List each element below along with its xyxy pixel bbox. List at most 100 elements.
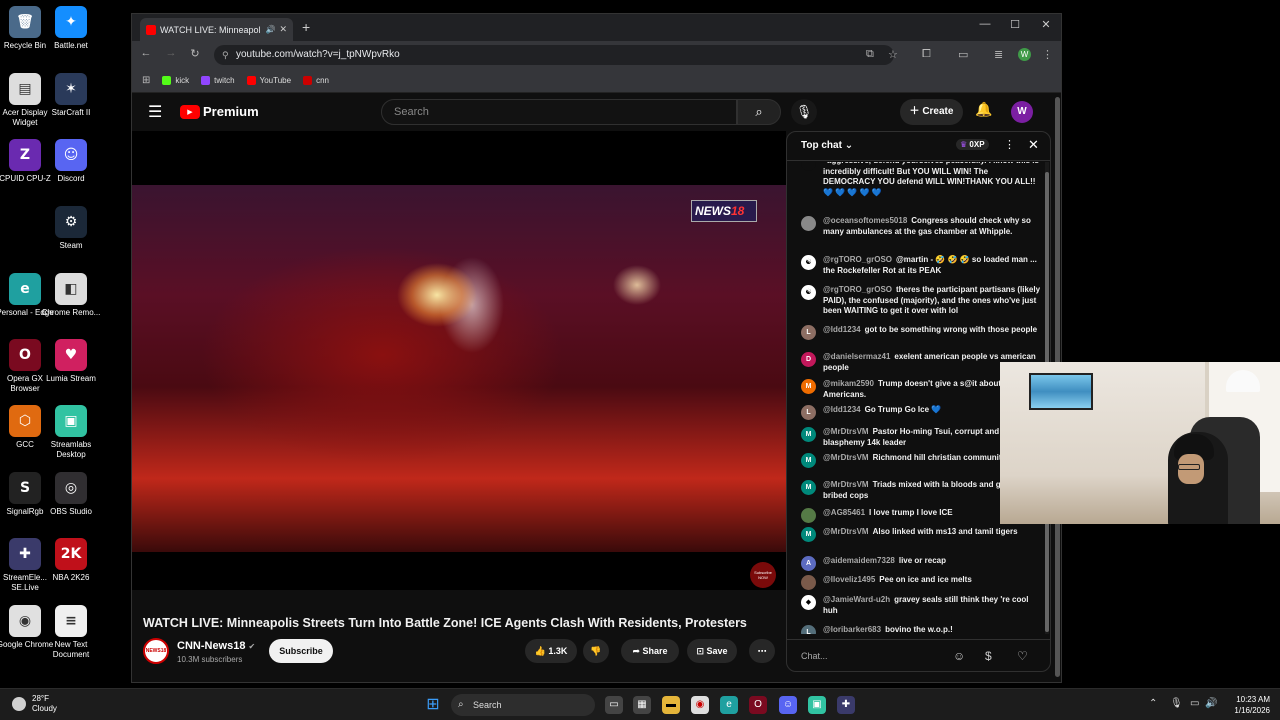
chat-author-avatar[interactable] xyxy=(801,162,816,171)
chat-author-name[interactable]: @MrDtrsVM xyxy=(823,427,869,436)
minimize-button[interactable]: — xyxy=(970,18,1000,30)
chat-author-name[interactable]: @lloveliz1495 xyxy=(823,575,875,584)
chat-message[interactable]: L @loribarker683 bovino the w.o.p.! xyxy=(801,625,1041,634)
install-app-icon[interactable]: ⧉ xyxy=(866,48,874,61)
forward-button[interactable]: → xyxy=(163,47,179,59)
browser-profile-avatar[interactable]: W xyxy=(1018,48,1031,61)
account-avatar[interactable]: W xyxy=(1011,101,1033,123)
task-view-icon[interactable]: ▭ xyxy=(605,696,623,714)
taskbar-chrome-icon[interactable]: ◉ xyxy=(691,696,709,714)
taskbar-streamelements-icon[interactable]: ✚ xyxy=(837,696,855,714)
new-tab-button[interactable]: + xyxy=(302,19,310,35)
video-player[interactable]: NEWS18 Subscribe NOW xyxy=(132,131,786,590)
chat-author-avatar[interactable]: M xyxy=(801,427,816,442)
chat-message[interactable]: @oceansoftomes5018 Congress should check … xyxy=(801,216,1041,237)
chat-author-name[interactable]: @MrDtrsVM xyxy=(823,527,869,536)
chat-author-name[interactable]: @rgTORO_grOSO xyxy=(823,255,892,264)
chat-message[interactable]: A @aidemaidem7328 live or recap xyxy=(801,556,1041,571)
xp-badge[interactable]: ♛ 0XP xyxy=(956,139,989,150)
taskbar-opera-icon[interactable]: O xyxy=(749,696,767,714)
weather-widget[interactable]: 28°F Cloudy xyxy=(12,694,57,714)
chat-author-name[interactable]: @AG85461 xyxy=(823,508,865,517)
save-button[interactable]: ⊡ Save xyxy=(687,639,737,663)
desktop-icon[interactable]: ⚙ Steam xyxy=(41,206,101,251)
desktop-icon[interactable]: ◎ OBS Studio xyxy=(41,472,101,517)
tray-volume-icon[interactable]: 🔊 xyxy=(1205,698,1217,709)
extensions-icon[interactable]: ⧠ xyxy=(922,48,931,61)
notifications-bell-icon[interactable]: 🔔 xyxy=(975,101,992,118)
taskbar-discord-icon[interactable]: ☺ xyxy=(779,696,797,714)
chat-author-avatar[interactable]: M xyxy=(801,379,816,394)
bookmark-star-icon[interactable]: ☆ xyxy=(888,48,898,61)
desktop-icon[interactable]: ☺ Discord xyxy=(41,139,101,184)
chat-author-avatar[interactable] xyxy=(801,216,816,231)
browser-tab-active[interactable]: WATCH LIVE: Minneapolis S 🔊 ✕ xyxy=(140,18,293,41)
search-input[interactable]: Search xyxy=(381,99,737,125)
site-info-icon[interactable]: ⚲ xyxy=(222,45,229,65)
dislike-button[interactable]: 👎 xyxy=(583,639,609,663)
start-windows-icon[interactable]: ⊞ xyxy=(424,696,442,714)
desktop-icon[interactable]: ✶ StarCraft II xyxy=(41,73,101,118)
desktop-icon[interactable]: ♥ Lumia Stream xyxy=(41,339,101,384)
bookmark-item[interactable]: cnn xyxy=(303,75,329,85)
voice-search-button[interactable]: 🎙 xyxy=(791,99,817,125)
chat-author-name[interactable]: @oceansoftomes5018 xyxy=(823,216,907,225)
chat-author-name[interactable]: @loribarker683 xyxy=(823,625,881,634)
chat-author-avatar[interactable]: L xyxy=(801,405,816,420)
chat-author-avatar[interactable] xyxy=(801,575,816,590)
chat-author-avatar[interactable] xyxy=(801,508,816,523)
desktop-icon[interactable]: ▣ Streamlabs Desktop xyxy=(41,405,101,460)
chat-author-avatar[interactable]: L xyxy=(801,325,816,340)
tray-display-icon[interactable]: ▭ xyxy=(1190,698,1199,709)
chat-author-name[interactable]: @danielsermaz41 xyxy=(823,352,890,361)
chat-author-name[interactable]: @mikam2590 xyxy=(823,379,874,388)
desktop-icon[interactable]: ◧ Chrome Remo... xyxy=(41,273,101,318)
chat-author-name[interactable]: @MrDtrsVM xyxy=(823,453,869,462)
back-button[interactable]: ← xyxy=(138,47,154,59)
chat-author-avatar[interactable]: M xyxy=(801,480,816,495)
share-button[interactable]: ➦ Share xyxy=(621,639,679,663)
emoji-icon[interactable]: ☺ xyxy=(953,649,965,663)
widgets-icon[interactable]: ▦ xyxy=(633,696,651,714)
create-button[interactable]: ＋ Create xyxy=(900,99,963,125)
chat-message[interactable]: aggressive, defend yourselves peacefully… xyxy=(801,162,1041,198)
chat-author-name[interactable]: @ldd1234 xyxy=(823,405,861,414)
search-button[interactable]: ⌕ xyxy=(737,99,781,125)
tab-close-icon[interactable]: ✕ xyxy=(279,24,287,35)
chat-author-name[interactable]: @ldd1234 xyxy=(823,325,861,334)
bookmark-item[interactable]: twitch xyxy=(201,75,235,85)
system-clock[interactable]: 10:23 AM 1/16/2026 xyxy=(1226,694,1270,716)
window-close-button[interactable]: ✕ xyxy=(1031,18,1061,31)
subscribe-button[interactable]: Subscribe xyxy=(269,639,333,663)
channel-avatar[interactable]: NEWS18 xyxy=(143,638,169,664)
super-chat-icon[interactable]: $ xyxy=(985,649,992,663)
desktop-icon[interactable]: ✦ Battle.net xyxy=(41,6,101,51)
taskbar-streamlabs-icon[interactable]: ▣ xyxy=(808,696,826,714)
sidebar-icon[interactable]: ▭ xyxy=(958,48,968,61)
desktop-icon[interactable]: 2K NBA 2K26 xyxy=(41,538,101,583)
chat-message[interactable]: M @MrDtrsVM Also linked with ms13 and tami… xyxy=(801,527,1041,542)
chat-author-avatar[interactable]: L xyxy=(801,625,816,634)
file-explorer-icon[interactable]: ▬ xyxy=(662,696,680,714)
url-field[interactable]: ⚲ youtube.com/watch?v=j_tpNWpvRko xyxy=(214,45,894,65)
chat-message[interactable]: ☯ @rgTORO_grOSO @martin - 🤣 🤣 🤣 so loaded … xyxy=(801,255,1041,276)
chat-author-name[interactable]: @aidemaidem7328 xyxy=(823,556,895,565)
chat-message[interactable]: ◆ @JamieWard-u2h gravey seals still think … xyxy=(801,595,1041,616)
chat-author-name[interactable]: @JamieWard-u2h xyxy=(823,595,890,604)
desktop-icon[interactable]: ≡ New Text Document xyxy=(41,605,101,660)
chat-message[interactable]: @lloveliz1495 Pee on ice and ice melts xyxy=(801,575,1041,590)
chat-close-icon[interactable]: ✕ xyxy=(1028,137,1039,153)
chat-author-avatar[interactable]: ☯ xyxy=(801,255,816,270)
chat-author-name[interactable]: @MrDtrsVM xyxy=(823,480,869,489)
like-button[interactable]: 👍 1.3K xyxy=(525,639,577,663)
tab-search-icon[interactable]: ≣ xyxy=(994,48,1003,61)
chat-author-avatar[interactable]: ◆ xyxy=(801,595,816,610)
subscribe-watermark[interactable]: Subscribe NOW xyxy=(750,562,776,588)
chat-message[interactable]: L @ldd1234 got to be something wrong with … xyxy=(801,325,1041,340)
more-actions-button[interactable]: ⋯ xyxy=(749,639,775,663)
maximize-button[interactable]: ☐ xyxy=(1000,18,1030,31)
chat-author-avatar[interactable]: M xyxy=(801,453,816,468)
heart-icon[interactable]: ♡ xyxy=(1017,649,1028,663)
chat-input[interactable]: Chat... xyxy=(801,646,951,666)
chat-author-avatar[interactable]: D xyxy=(801,352,816,367)
